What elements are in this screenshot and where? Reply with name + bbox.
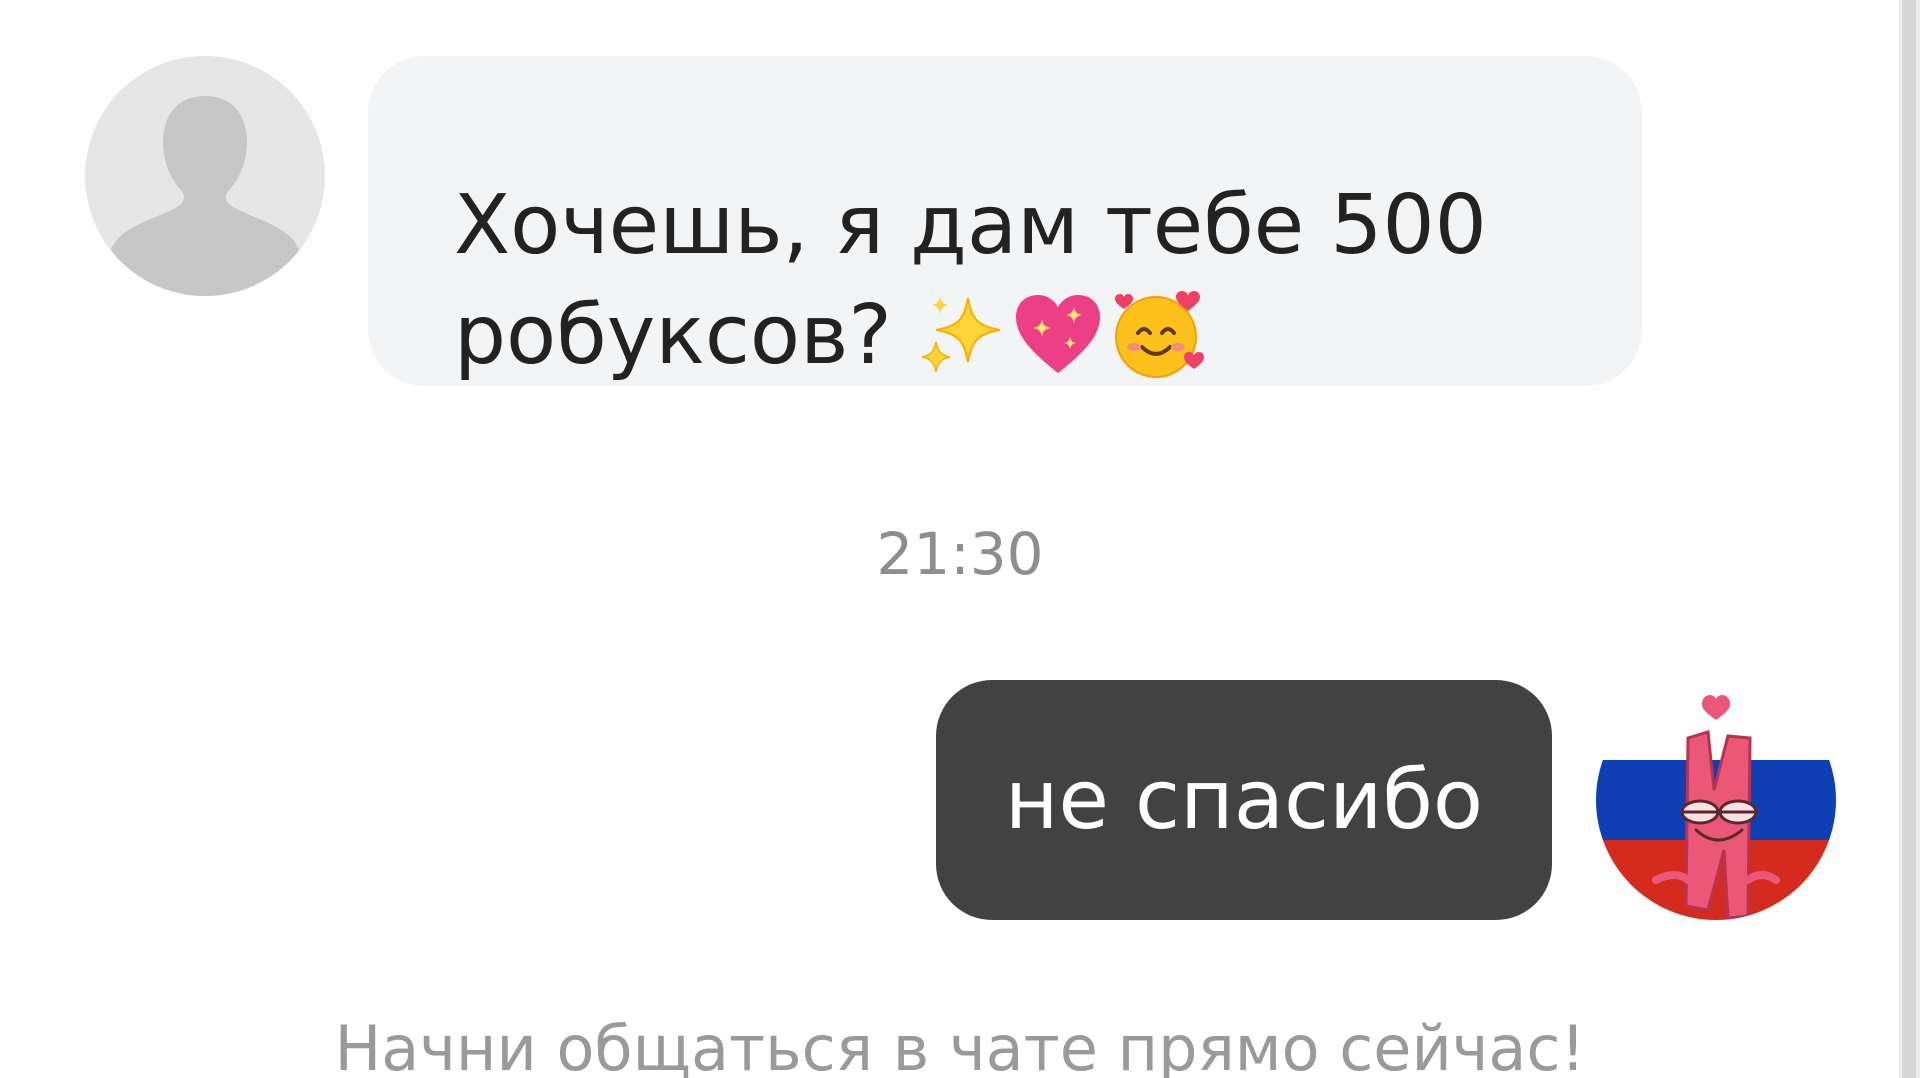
chat-screen: Хочешь, я дам тебе 500 робуксов? 21:30 н… <box>0 0 1920 1078</box>
sparkling-heart-icon <box>1015 294 1100 373</box>
message-timestamp: 21:30 <box>876 520 1044 588</box>
my-avatar[interactable] <box>1596 680 1836 920</box>
default-person-avatar-icon <box>85 56 325 296</box>
start-chat-hint: Начни общаться в чате прямо сейчас! <box>334 1012 1586 1078</box>
outgoing-message-text: не спасибо <box>1004 752 1484 848</box>
incoming-message-text: Хочешь, я дам тебе 500 робуксов? <box>454 171 1582 391</box>
emoji-group <box>916 287 1206 383</box>
incoming-message-line-text: робуксов? <box>454 288 892 383</box>
incoming-message-line: Хочешь, я дам тебе 500 <box>454 178 1487 273</box>
incoming-message-line: робуксов? <box>454 281 1582 391</box>
sender-avatar[interactable] <box>85 56 325 296</box>
pink-character-russian-flag-avatar-icon <box>1596 680 1836 920</box>
scrollbar-thumb[interactable] <box>1902 0 1916 1078</box>
sparkles-icon <box>921 295 1001 372</box>
incoming-message-bubble[interactable]: Хочешь, я дам тебе 500 робуксов? <box>368 56 1642 386</box>
outgoing-message-bubble[interactable]: не спасибо <box>936 680 1552 920</box>
smiling-face-with-hearts-icon <box>1114 290 1204 378</box>
